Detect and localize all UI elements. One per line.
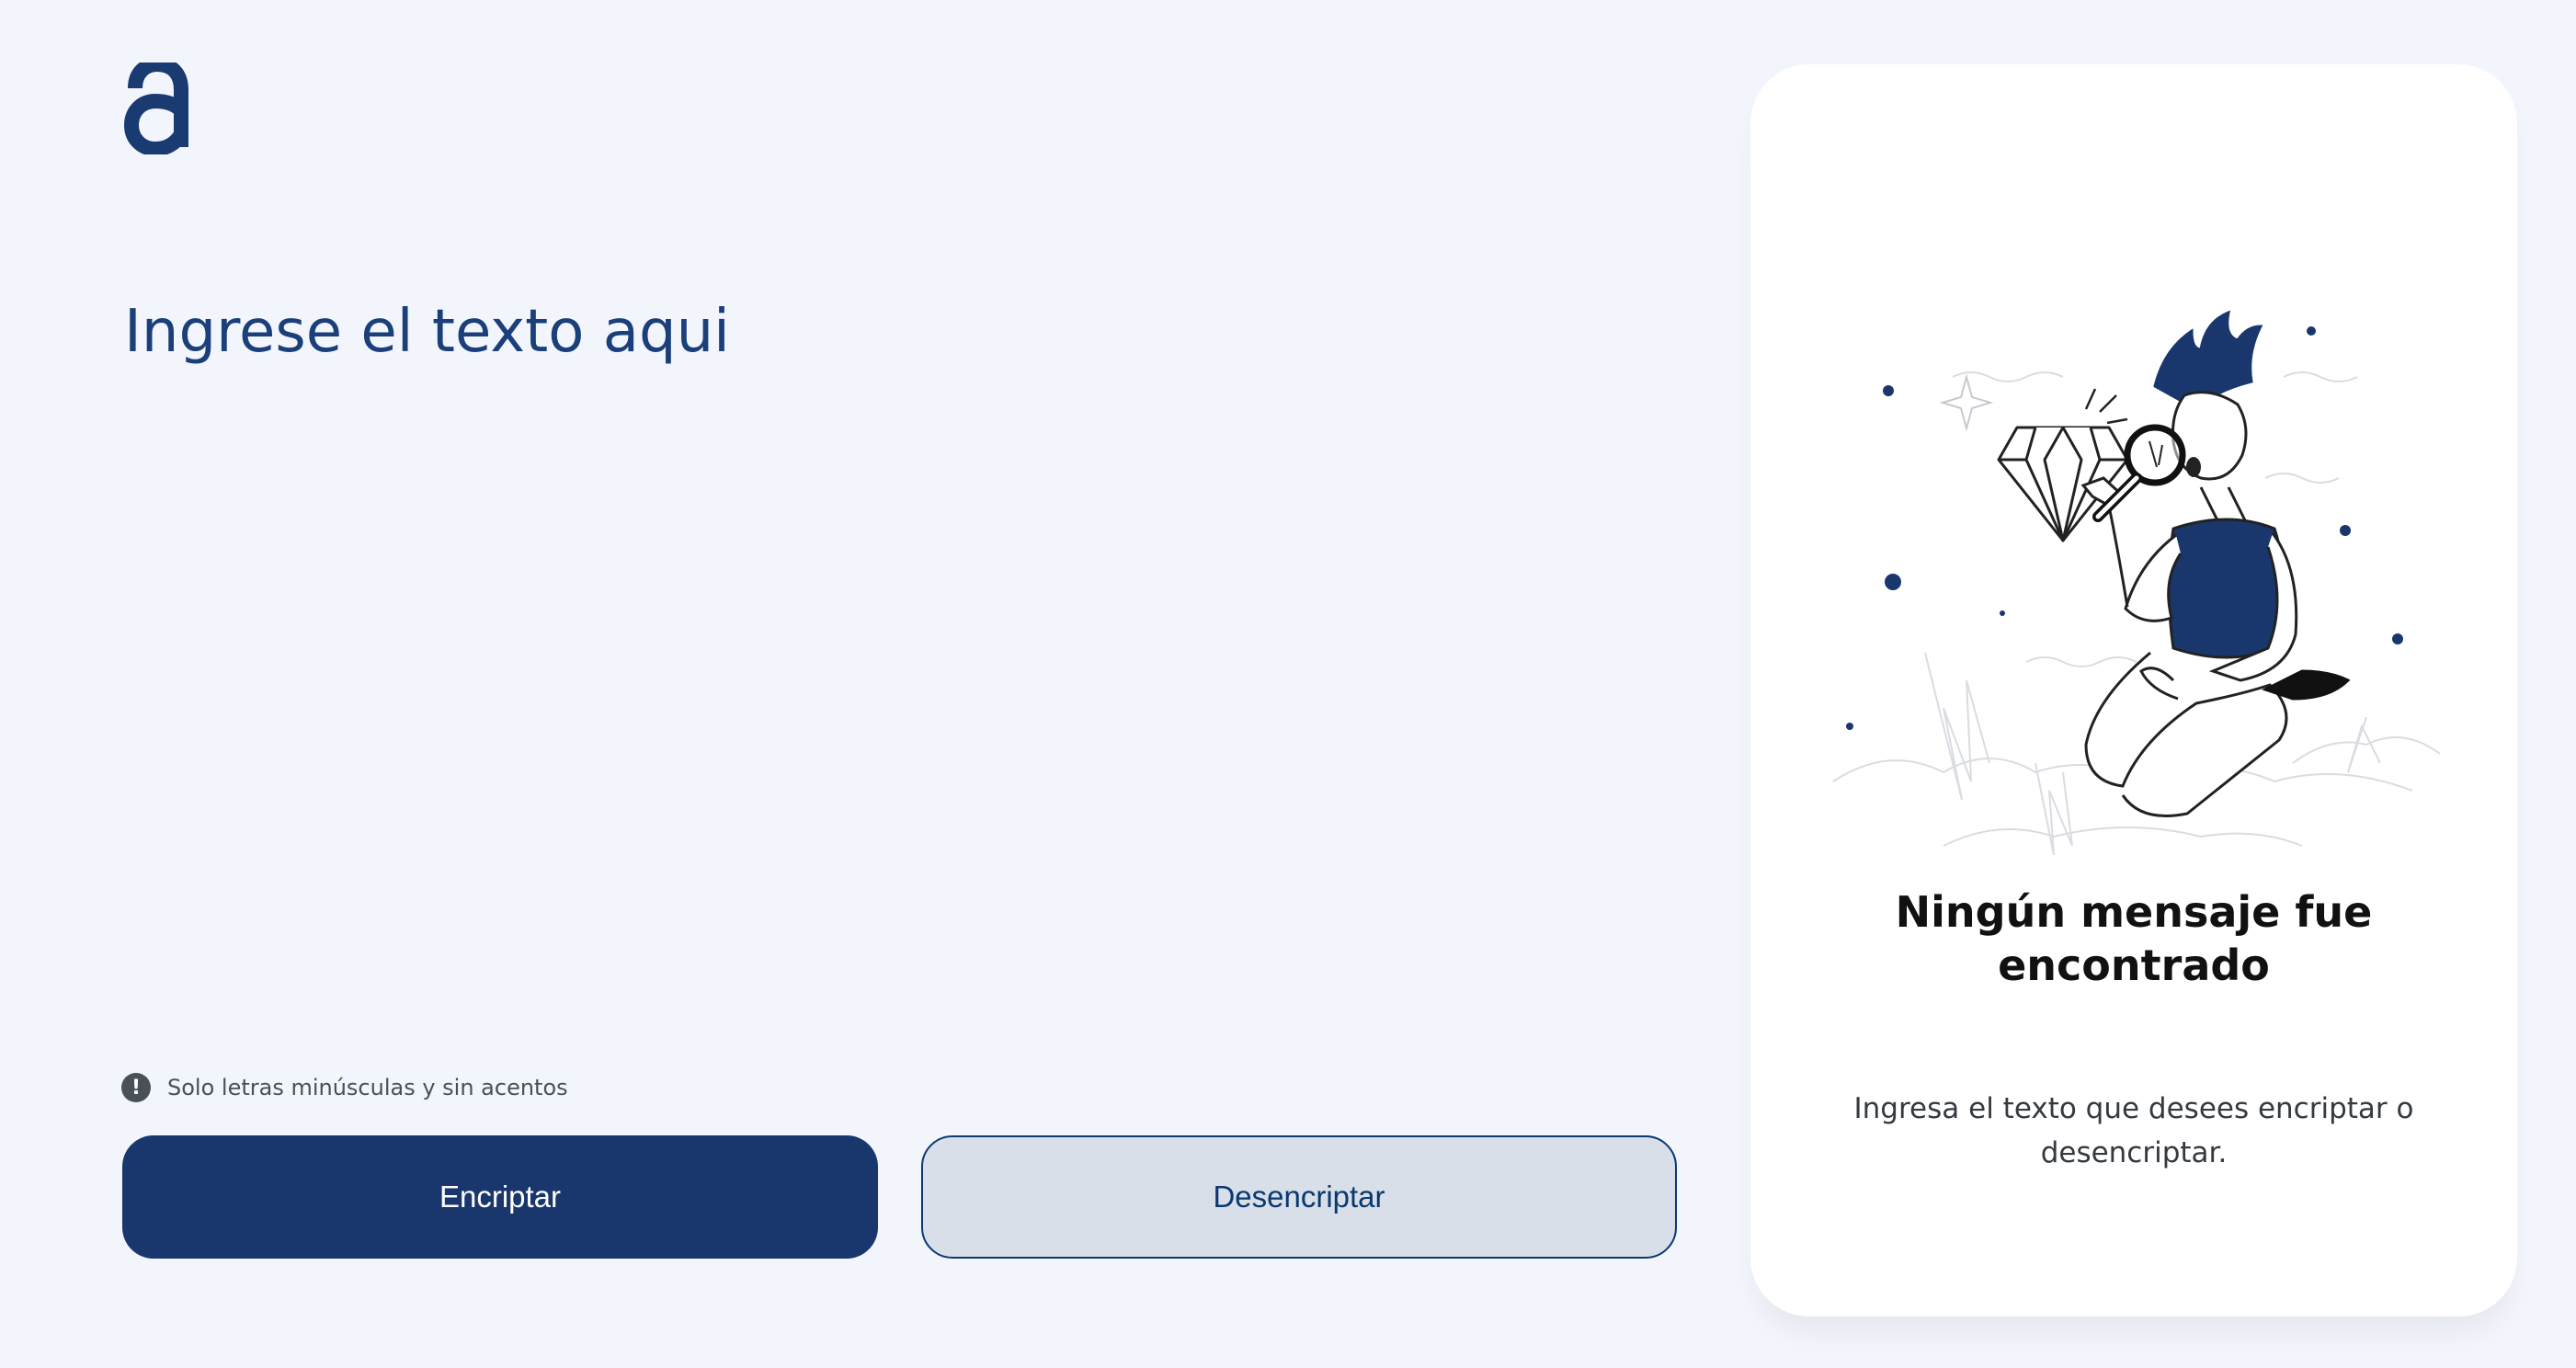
empty-state-title: Ningún mensaje fue encontrado — [1895, 887, 2373, 990]
person-magnifying-glass-illustration — [1832, 310, 2441, 855]
output-panel: Ningún mensaje fue encontrado Ingresa el… — [1750, 64, 2517, 1317]
empty-state-message: Ingresa el texto que desees encriptar o … — [1853, 1092, 2414, 1169]
text-input[interactable] — [124, 294, 1669, 1030]
encrypt-button[interactable]: Encriptar — [122, 1135, 878, 1259]
decrypt-button[interactable]: Desencriptar — [921, 1135, 1677, 1259]
input-hint: ! Solo letras minúsculas y sin acentos — [121, 1073, 568, 1102]
logo-icon — [124, 63, 188, 154]
hint-text: Solo letras minúsculas y sin acentos — [167, 1075, 568, 1100]
exclamation-circle-icon: ! — [121, 1073, 151, 1102]
